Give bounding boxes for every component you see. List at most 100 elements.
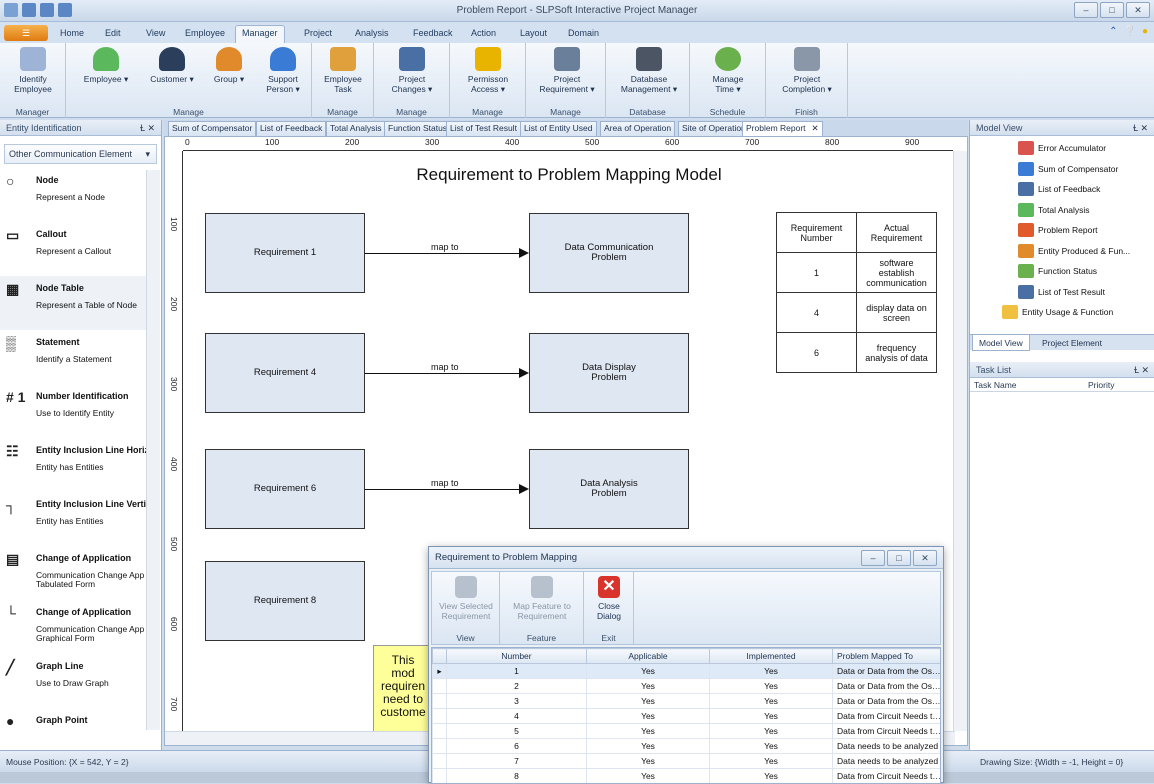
model-view-item[interactable]: Error Accumulator	[970, 138, 1154, 159]
application-menu-button[interactable]: ☰	[4, 25, 48, 41]
tab-domain[interactable]: Domain	[568, 26, 599, 43]
table-row[interactable]: 3YesYesData or Data from the Oscillosc..…	[432, 693, 940, 709]
column-applicable[interactable]: Applicable	[586, 648, 710, 664]
toolbox-item[interactable]: └ Change of Application Communication Chan…	[0, 600, 146, 654]
row-selector[interactable]	[432, 678, 447, 694]
table-row[interactable]: 8YesYesData from Circuit Needs to Displ.…	[432, 768, 940, 783]
employee-task-button[interactable]: Employee Task	[318, 47, 368, 94]
column-task-name[interactable]: Task Name	[974, 378, 1017, 392]
project-completion-button[interactable]: Project Completion ▾	[776, 47, 838, 94]
table-row[interactable]: 5YesYesData from Circuit Needs to Displ.…	[432, 723, 940, 739]
tab-project[interactable]: Project	[304, 26, 332, 43]
column-implemented[interactable]: Implemented	[709, 648, 833, 664]
row-selector[interactable]	[432, 738, 447, 754]
toolbox-item[interactable]: ☷ Entity Inclusion Line Horiz Entity has E…	[0, 438, 146, 492]
problem-box[interactable]: Data Communication Problem	[529, 213, 689, 293]
toolbox-item[interactable]: ● Graph Point	[0, 708, 146, 734]
collapse-ribbon-icon[interactable]: ⌃	[1109, 26, 1117, 37]
pane-pin-close-icon[interactable]: Ɫ ✕	[140, 120, 155, 136]
toolbox-item[interactable]: ╱ Graph Line Use to Draw Graph	[0, 654, 146, 708]
pane-pin-close-icon[interactable]: Ɫ ✕	[1134, 362, 1149, 378]
column-number[interactable]: Number	[446, 648, 587, 664]
row-selector[interactable]	[432, 753, 447, 769]
column-problem-mapped-to[interactable]: Problem Mapped To	[832, 648, 940, 664]
close-window-button[interactable]: ✕	[1126, 2, 1150, 18]
toolbox-item[interactable]: ▦ Node Table Represent a Table of Node	[0, 276, 146, 330]
tab-edit[interactable]: Edit	[105, 26, 121, 43]
group-button[interactable]: Group ▾	[204, 47, 254, 84]
canvas-vertical-scrollbar[interactable]	[953, 151, 967, 731]
requirement-box[interactable]: Requirement 1	[205, 213, 365, 293]
model-view-item[interactable]: List of Feedback	[970, 179, 1154, 200]
employee-button[interactable]: Employee ▾	[78, 47, 134, 84]
toolbox-item[interactable]: # 1 Number Identification Use to Identify …	[0, 384, 146, 438]
model-view-item[interactable]: Function Status	[970, 261, 1154, 282]
help-icon[interactable]: ❔	[1124, 26, 1136, 37]
element-category-select[interactable]: Other Communication Element ▾	[4, 144, 157, 164]
tab-employee[interactable]: Employee	[185, 26, 225, 43]
model-view-item[interactable]: Entity Usage & Function	[970, 302, 1154, 323]
problem-box[interactable]: Data Display Problem	[529, 333, 689, 413]
support-person-button[interactable]: Support Person ▾	[256, 47, 310, 94]
doc-tab[interactable]: Problem Report ✕	[742, 121, 823, 136]
tab-feedback[interactable]: Feedback	[413, 26, 453, 43]
pane-pin-close-icon[interactable]: Ɫ ✕	[1133, 120, 1148, 136]
row-selector[interactable]: ▸	[432, 663, 447, 679]
toolbox-item[interactable]: ○ Node Represent a Node	[0, 168, 146, 222]
close-dialog-button[interactable]: ✕ Close Dialog	[590, 576, 628, 621]
requirement-box[interactable]: Requirement 4	[205, 333, 365, 413]
project-requirement-button[interactable]: Project Requirement ▾	[532, 47, 602, 94]
row-selector[interactable]	[432, 708, 447, 724]
maximize-button[interactable]: □	[1100, 2, 1124, 18]
doc-tab[interactable]: Function Status	[384, 121, 452, 136]
tab-project-element[interactable]: Project Element	[1036, 335, 1108, 351]
requirement-box[interactable]: Requirement 6	[205, 449, 365, 529]
close-tab-icon[interactable]: ✕	[812, 123, 819, 133]
view-selected-requirement-button[interactable]: View Selected Requirement	[436, 576, 496, 621]
problem-box[interactable]: Data Analysis Problem	[529, 449, 689, 529]
database-management-button[interactable]: Database Management ▾	[614, 47, 684, 94]
dialog-minimize-button[interactable]: –	[861, 550, 885, 566]
table-row[interactable]: 7 Yes Yes Data needs to be analyzed	[432, 753, 940, 769]
toolbox-item[interactable]: ▤ Change of Application Communication Chan…	[0, 546, 146, 600]
doc-tab[interactable]: List of Feedback	[256, 121, 327, 136]
row-selector[interactable]	[432, 723, 447, 739]
doc-tab[interactable]: Site of Operation	[678, 121, 750, 136]
requirement-box[interactable]: Requirement 8	[205, 561, 365, 641]
tab-analysis[interactable]: Analysis	[355, 26, 389, 43]
project-changes-button[interactable]: Project Changes ▾	[384, 47, 440, 94]
doc-tab[interactable]: Sum of Compensator	[168, 121, 257, 136]
table-row[interactable]: 4YesYesData from Circuit Needs to Displ.…	[432, 708, 940, 724]
column-priority[interactable]: Priority	[1088, 378, 1114, 392]
model-view-item[interactable]: Entity Produced & Fun...	[970, 241, 1154, 262]
table-row[interactable]: ▸1YesYesData or Data from the Oscillosc.…	[432, 663, 940, 679]
model-view-item[interactable]: Problem Report	[970, 220, 1154, 241]
tab-manager[interactable]: Manager	[235, 25, 285, 44]
map-feature-button[interactable]: Map Feature to Requirement	[506, 576, 578, 621]
toolbox-scrollbar[interactable]	[146, 170, 160, 730]
manage-time-button[interactable]: Manage Time ▾	[702, 47, 754, 94]
dialog-close-button[interactable]: ✕	[913, 550, 937, 566]
note-callout[interactable]: This mod requiren need to custome	[373, 645, 433, 735]
toolbox-item[interactable]: ▭ Callout Represent a Callout	[0, 222, 146, 276]
model-view-item[interactable]: Total Analysis	[970, 200, 1154, 221]
customer-button[interactable]: Customer ▾	[144, 47, 200, 84]
table-row[interactable]: 6 Yes Yes Data needs to be analyzed	[432, 738, 940, 754]
doc-tab[interactable]: List of Test Result	[446, 121, 521, 136]
row-selector[interactable]	[432, 768, 447, 783]
model-view-item[interactable]: List of Test Result	[970, 282, 1154, 303]
doc-tab[interactable]: List of Entity Used	[520, 121, 597, 136]
tab-model-view[interactable]: Model View	[972, 335, 1030, 351]
dialog-maximize-button[interactable]: □	[887, 550, 911, 566]
toolbox-item[interactable]: ▒ Statement Identify a Statement	[0, 330, 146, 384]
tab-layout[interactable]: Layout	[520, 26, 547, 43]
identify-employee-button[interactable]: Identify Employee	[8, 47, 58, 94]
tab-home[interactable]: Home	[60, 26, 84, 43]
table-row[interactable]: 2YesYesData or Data from the Oscillosc..…	[432, 678, 940, 694]
minimize-button[interactable]: –	[1074, 2, 1098, 18]
tab-view[interactable]: View	[146, 26, 165, 43]
permission-access-button[interactable]: Permisson Access ▾	[460, 47, 516, 94]
style-icon[interactable]: ●	[1142, 26, 1148, 37]
doc-tab[interactable]: Area of Operation	[600, 121, 676, 136]
doc-tab[interactable]: Total Analysis	[326, 121, 386, 136]
